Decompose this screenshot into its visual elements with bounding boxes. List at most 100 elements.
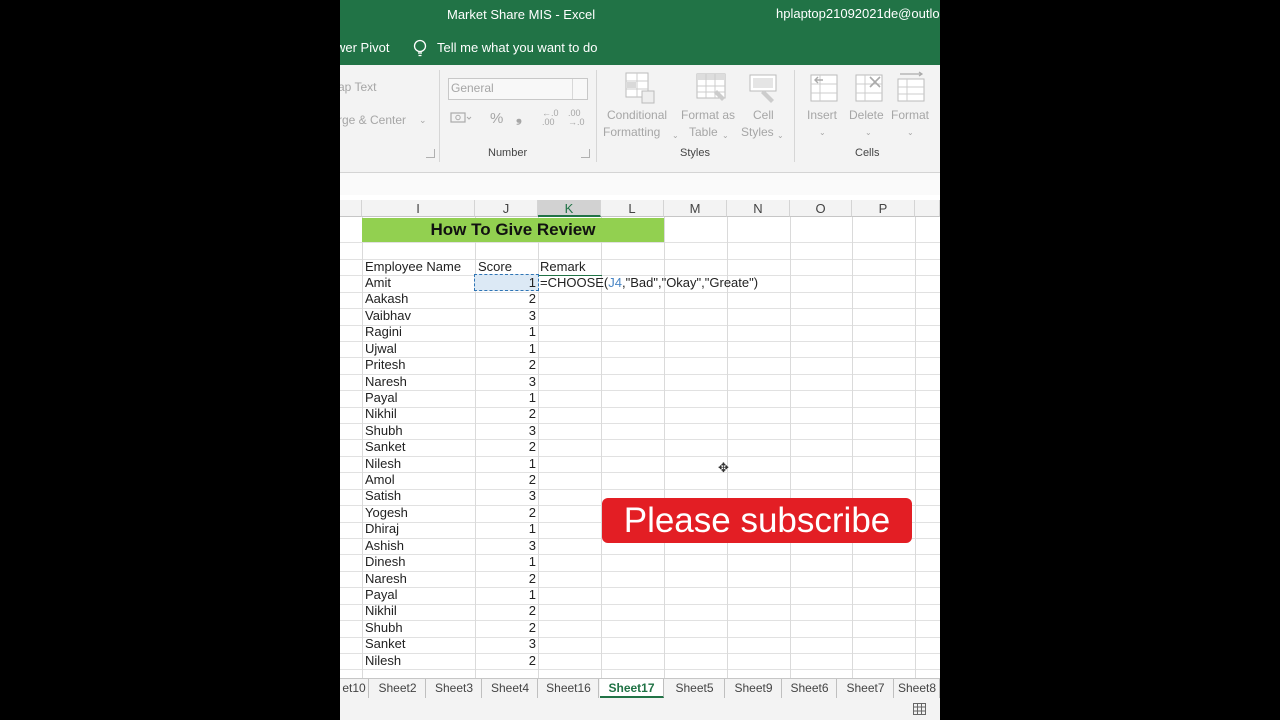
employee-name-cell[interactable]: Aakash — [365, 291, 408, 307]
employee-name-cell[interactable]: Shubh — [365, 423, 403, 439]
sheet-tab[interactable]: Sheet4 — [483, 679, 538, 698]
score-cell[interactable]: 1 — [475, 587, 536, 603]
sheet-tab[interactable]: Sheet16 — [539, 679, 599, 698]
employee-name-cell[interactable]: Ashish — [365, 538, 404, 554]
account-name[interactable]: hplaptop21092021de@outlo — [776, 6, 940, 21]
score-cell[interactable]: 2 — [475, 620, 536, 636]
tab-power-pivot[interactable]: wer Pivot — [340, 40, 389, 55]
wrap-text-button[interactable]: ap Text — [340, 79, 376, 96]
employee-name-cell[interactable]: Pritesh — [365, 357, 405, 373]
employee-name-cell[interactable]: Shubh — [365, 620, 403, 636]
conditional-formatting-label-1[interactable]: Conditional — [607, 107, 667, 124]
employee-name-cell[interactable]: Dinesh — [365, 554, 405, 570]
score-cell[interactable]: 2 — [475, 439, 536, 455]
score-cell[interactable]: 3 — [475, 374, 536, 390]
employee-name-cell[interactable]: Payal — [365, 587, 398, 603]
score-cell[interactable]: 1 — [475, 456, 536, 472]
format-label[interactable]: Format — [891, 107, 929, 124]
decrease-decimal-button[interactable]: .00 →.0 — [568, 109, 585, 127]
column-header[interactable]: O — [790, 200, 852, 217]
sheet-tab[interactable]: Sheet6 — [783, 679, 837, 698]
conditional-formatting-icon[interactable] — [623, 71, 657, 105]
employee-name-cell[interactable]: Vaibhav — [365, 308, 411, 324]
score-cell[interactable]: 3 — [475, 308, 536, 324]
cell-styles-label-2[interactable]: Styles — [741, 124, 774, 141]
insert-label[interactable]: Insert — [807, 107, 837, 124]
merge-dropdown-icon[interactable]: ⌄ — [419, 112, 427, 129]
score-cell[interactable]: 1 — [475, 521, 536, 537]
score-cell[interactable]: 2 — [475, 653, 536, 669]
employee-name-cell[interactable]: Yogesh — [365, 505, 408, 521]
score-cell[interactable]: 1 — [475, 554, 536, 570]
score-cell[interactable]: 2 — [475, 406, 536, 422]
lightbulb-icon[interactable] — [412, 39, 428, 57]
sheet-tab[interactable]: Sheet17 — [600, 679, 664, 698]
accounting-format-icon[interactable] — [450, 110, 472, 126]
review-heading-banner[interactable]: How To Give Review — [362, 218, 664, 242]
column-header[interactable]: L — [601, 200, 664, 217]
sheet-tab[interactable]: Sheet5 — [665, 679, 725, 698]
sheet-tab[interactable]: Sheet7 — [838, 679, 894, 698]
column-header[interactable]: K — [538, 200, 601, 217]
employee-name-cell[interactable]: Naresh — [365, 374, 407, 390]
normal-view-icon[interactable] — [913, 703, 926, 715]
alignment-launcher-icon[interactable] — [426, 149, 435, 158]
sheet-tab[interactable]: Sheet2 — [370, 679, 426, 698]
column-header[interactable]: M — [664, 200, 727, 217]
column-header[interactable]: P — [852, 200, 915, 217]
employee-name-cell[interactable]: Amit — [365, 275, 391, 291]
score-cell[interactable]: 1 — [475, 275, 536, 291]
employee-name-cell[interactable]: Naresh — [365, 571, 407, 587]
conditional-formatting-label-2[interactable]: Formatting — [603, 124, 660, 141]
score-cell[interactable]: 3 — [475, 423, 536, 439]
employee-name-cell[interactable]: Nikhil — [365, 603, 397, 619]
score-cell[interactable]: 1 — [475, 390, 536, 406]
sheet-tab[interactable]: Sheet9 — [726, 679, 782, 698]
score-cell[interactable]: 2 — [475, 603, 536, 619]
employee-name-cell[interactable]: Sanket — [365, 439, 405, 455]
header-remark[interactable]: Remark — [540, 259, 586, 275]
employee-name-cell[interactable]: Nikhil — [365, 406, 397, 422]
cell-styles-label-1[interactable]: Cell — [753, 107, 774, 124]
employee-name-cell[interactable]: Amol — [365, 472, 395, 488]
score-cell[interactable]: 1 — [475, 324, 536, 340]
column-header[interactable]: N — [727, 200, 790, 217]
score-cell[interactable]: 1 — [475, 341, 536, 357]
number-format-select[interactable]: General — [448, 78, 588, 100]
employee-name-cell[interactable]: Payal — [365, 390, 398, 406]
score-cell[interactable]: 2 — [475, 472, 536, 488]
comma-style-button[interactable]: ❟ — [516, 109, 522, 126]
employee-name-cell[interactable]: Nilesh — [365, 653, 401, 669]
number-launcher-icon[interactable] — [581, 149, 590, 158]
score-cell[interactable]: 2 — [475, 505, 536, 521]
worksheet-grid[interactable]: How To Give Review Employee Name Score R… — [340, 217, 940, 678]
sheet-tab[interactable]: Sheet3 — [427, 679, 482, 698]
merge-center-button[interactable]: rge & Center — [340, 112, 406, 129]
employee-name-cell[interactable]: Nilesh — [365, 456, 401, 472]
column-header[interactable]: I — [362, 200, 475, 217]
score-cell[interactable]: 2 — [475, 571, 536, 587]
format-as-table-label-1[interactable]: Format as — [681, 107, 735, 124]
insert-cells-icon[interactable] — [807, 71, 841, 105]
header-score[interactable]: Score — [478, 259, 512, 275]
employee-name-cell[interactable]: Ujwal — [365, 341, 397, 357]
sheet-tab[interactable]: et10 — [340, 679, 369, 698]
tell-me-search[interactable]: Tell me what you want to do — [437, 40, 597, 55]
format-as-table-icon[interactable] — [694, 71, 728, 105]
employee-name-cell[interactable]: Dhiraj — [365, 521, 399, 537]
score-cell[interactable]: 3 — [475, 488, 536, 504]
format-as-table-label-2[interactable]: Table — [689, 124, 718, 141]
format-cells-icon[interactable] — [894, 71, 928, 105]
delete-label[interactable]: Delete — [849, 107, 884, 124]
score-cell[interactable]: 3 — [475, 538, 536, 554]
percent-style-button[interactable]: % — [490, 110, 503, 127]
score-cell[interactable]: 3 — [475, 636, 536, 652]
cell-styles-icon[interactable] — [747, 71, 781, 105]
header-employee-name[interactable]: Employee Name — [365, 259, 461, 275]
increase-decimal-button[interactable]: ←.0 .00 — [542, 109, 559, 127]
employee-name-cell[interactable]: Ragini — [365, 324, 402, 340]
employee-name-cell[interactable]: Sanket — [365, 636, 405, 652]
sheet-tab[interactable]: Sheet8 — [895, 679, 940, 698]
column-header[interactable]: J — [475, 200, 538, 217]
score-cell[interactable]: 2 — [475, 357, 536, 373]
